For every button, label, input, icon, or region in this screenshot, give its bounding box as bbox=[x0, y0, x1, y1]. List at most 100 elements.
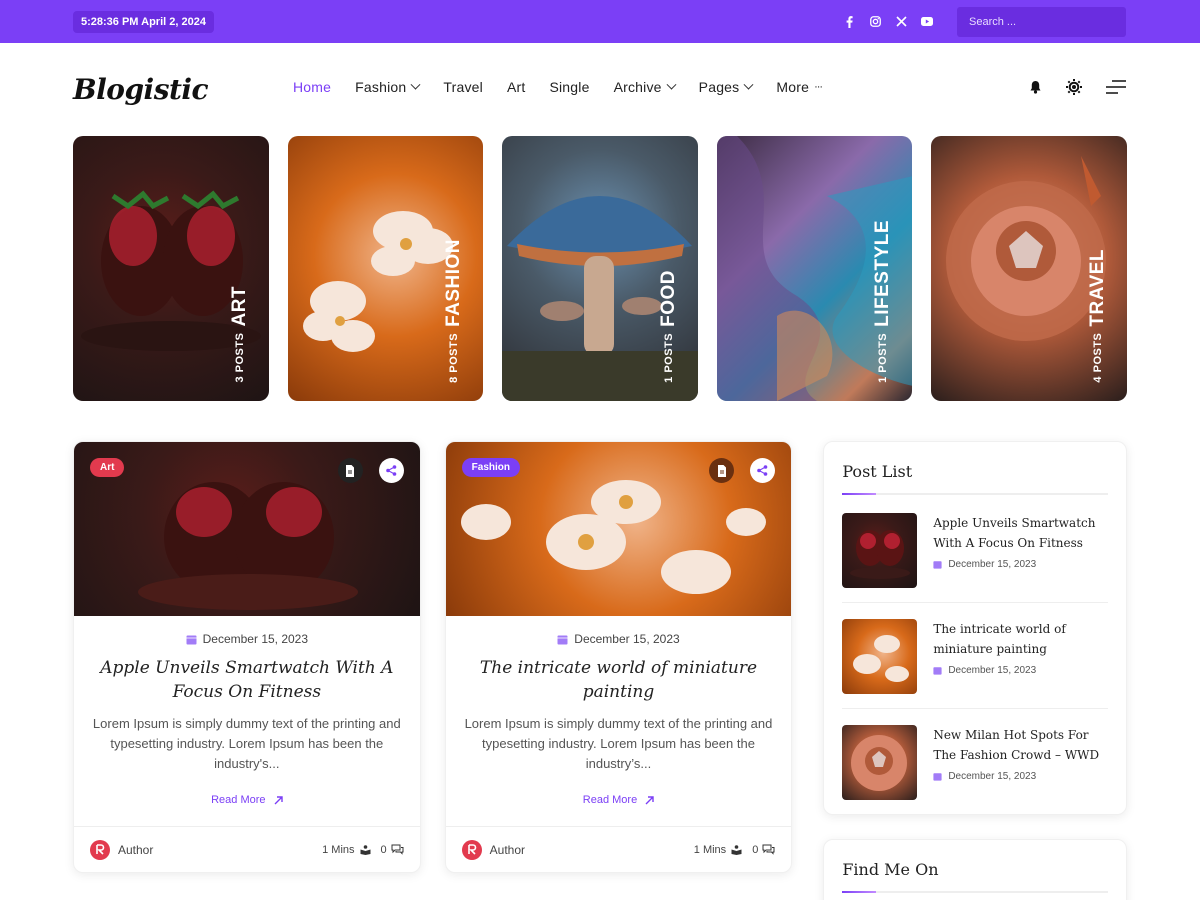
category-card-art[interactable]: 3 POSTS ART bbox=[73, 136, 269, 401]
main-nav: Home Fashion Travel Art Single Archive P… bbox=[293, 79, 846, 95]
strawberry-image bbox=[850, 530, 911, 579]
list-item[interactable]: New Milan Hot Spots For The Fashion Crow… bbox=[842, 725, 1108, 814]
nav-fashion[interactable]: Fashion bbox=[355, 79, 421, 95]
read-time-text: 1 Mins bbox=[322, 843, 355, 856]
category-badge[interactable]: Fashion bbox=[461, 458, 520, 477]
instagram-icon[interactable] bbox=[869, 16, 881, 28]
nav-art[interactable]: Art bbox=[507, 79, 526, 95]
category-card-food[interactable]: 1 POSTS FOOD bbox=[502, 136, 698, 401]
search-input[interactable]: Search ... bbox=[957, 6, 1126, 37]
post-excerpt: Lorem Ipsum is simply dummy text of the … bbox=[92, 716, 401, 771]
sidebar: Post List Apple Unveils Smartwatch With … bbox=[823, 441, 1127, 900]
category-name: LIFESTYLE bbox=[872, 220, 894, 328]
post-title[interactable]: The intricate world of miniature paintin… bbox=[464, 656, 774, 704]
read-more-link[interactable]: Read More bbox=[211, 794, 283, 806]
nav-single[interactable]: Single bbox=[549, 79, 589, 95]
comment-icon bbox=[391, 844, 404, 855]
share-icon[interactable] bbox=[750, 458, 776, 483]
widget-divider bbox=[842, 891, 1108, 893]
list-item-title[interactable]: The intricate world of miniature paintin… bbox=[933, 619, 1108, 659]
category-cards: 3 POSTS ART 8 POSTS FASHION 1 POSTS FOOD bbox=[0, 136, 1200, 401]
list-item-title[interactable]: New Milan Hot Spots For The Fashion Crow… bbox=[933, 725, 1108, 765]
theme-toggle-icon[interactable] bbox=[1066, 79, 1082, 100]
list-item[interactable]: Apple Unveils Smartwatch With A Focus On… bbox=[842, 513, 1108, 603]
post-footer: Author 1 Mins 0 bbox=[74, 826, 420, 872]
nav-more[interactable]: More ··· bbox=[776, 79, 823, 95]
post-date: December 15, 2023 bbox=[464, 632, 774, 646]
read-time: 1 Mins bbox=[694, 844, 742, 856]
comments-count[interactable]: 0 bbox=[752, 844, 775, 856]
category-name: FASHION bbox=[443, 239, 465, 328]
read-time-text: 1 Mins bbox=[693, 843, 727, 856]
post-thumbnail[interactable] bbox=[842, 725, 918, 800]
date-text: December 15, 2023 bbox=[202, 632, 309, 646]
document-icon[interactable] bbox=[337, 458, 363, 483]
post-title[interactable]: Apple Unveils Smartwatch With A Focus On… bbox=[92, 656, 402, 704]
author-name: Author bbox=[118, 842, 154, 857]
site-header: Blogistic Home Fashion Travel Art Single… bbox=[0, 43, 1200, 135]
category-badge[interactable]: Art bbox=[90, 458, 125, 477]
post-excerpt: Lorem Ipsum is simply dummy text of the … bbox=[464, 716, 773, 771]
x-icon[interactable] bbox=[895, 16, 907, 28]
widget-title: Find Me On bbox=[842, 860, 939, 879]
category-count: 1 POSTS bbox=[877, 333, 890, 383]
post-author[interactable]: Author bbox=[461, 839, 526, 860]
post-image[interactable]: Fashion bbox=[445, 442, 792, 616]
reading-icon bbox=[360, 844, 371, 855]
facebook-icon[interactable] bbox=[843, 15, 855, 28]
list-item-title[interactable]: Apple Unveils Smartwatch With A Focus On… bbox=[933, 513, 1108, 553]
post-footer: Author 1 Mins 0 bbox=[445, 826, 792, 872]
category-card-travel[interactable]: 4 POSTS TRAVEL bbox=[931, 136, 1127, 401]
category-label: 8 POSTS FASHION bbox=[443, 239, 465, 383]
widget-title: Post List bbox=[842, 462, 913, 481]
post-author[interactable]: Author bbox=[90, 839, 154, 860]
list-item-date: December 15, 2023 bbox=[933, 771, 1108, 782]
document-icon[interactable] bbox=[709, 458, 735, 483]
category-label: 1 POSTS FOOD bbox=[658, 270, 680, 383]
nav-pages[interactable]: Pages bbox=[699, 79, 754, 95]
calendar-icon bbox=[933, 561, 942, 569]
category-card-lifestyle[interactable]: 1 POSTS LIFESTYLE bbox=[716, 136, 913, 401]
read-more-link[interactable]: Read More bbox=[583, 794, 654, 806]
post-card: Fashion December 15, 2023 The intricate … bbox=[444, 441, 793, 873]
youtube-icon[interactable] bbox=[921, 16, 933, 28]
list-item-date: December 15, 2023 bbox=[933, 665, 1108, 676]
post-card: Art December 15, 2023 Apple Unveils Smar… bbox=[73, 441, 421, 873]
nav-archive[interactable]: Archive bbox=[614, 79, 677, 95]
calendar-icon bbox=[557, 635, 568, 644]
nav-home[interactable]: Home bbox=[293, 79, 331, 95]
chevron-down-icon bbox=[410, 79, 421, 90]
site-logo[interactable]: Blogistic bbox=[73, 73, 293, 106]
category-name: FOOD bbox=[657, 270, 679, 328]
date-text: December 15, 2023 bbox=[574, 632, 680, 646]
author-name: Author bbox=[489, 842, 526, 857]
bell-icon[interactable] bbox=[1029, 80, 1042, 99]
category-name: ART bbox=[228, 286, 250, 328]
read-time: 1 Mins bbox=[322, 843, 371, 856]
datetime-display: 5:28:36 PM April 2, 2024 bbox=[73, 10, 214, 33]
category-count: 3 POSTS bbox=[233, 333, 246, 383]
post-meta: 1 Mins 0 bbox=[322, 844, 404, 856]
list-item[interactable]: The intricate world of miniature paintin… bbox=[842, 619, 1108, 709]
post-actions bbox=[337, 458, 404, 483]
nav-travel[interactable]: Travel bbox=[443, 79, 483, 95]
find-me-widget: Find Me On bbox=[823, 839, 1127, 900]
category-card-fashion[interactable]: 8 POSTS FASHION bbox=[287, 136, 484, 401]
menu-icon[interactable] bbox=[1106, 80, 1126, 99]
comments-count[interactable]: 0 bbox=[381, 844, 404, 856]
post-thumbnail[interactable] bbox=[842, 513, 918, 588]
category-count: 4 POSTS bbox=[1091, 333, 1104, 383]
widget-divider bbox=[842, 493, 1108, 495]
post-thumbnail[interactable] bbox=[842, 619, 918, 694]
post-body: December 15, 2023 Apple Unveils Smartwat… bbox=[74, 616, 420, 808]
category-count: 1 POSTS bbox=[662, 333, 675, 383]
date-text: December 15, 2023 bbox=[948, 665, 1037, 676]
comments-text: 0 bbox=[380, 843, 387, 856]
comment-icon bbox=[762, 844, 775, 855]
date-text: December 15, 2023 bbox=[948, 559, 1037, 570]
share-icon[interactable] bbox=[378, 458, 404, 483]
post-image[interactable]: Art bbox=[74, 442, 420, 616]
chevron-down-icon bbox=[743, 79, 754, 90]
post-date: December 15, 2023 bbox=[92, 632, 402, 646]
read-more-label: Read More bbox=[211, 794, 266, 806]
